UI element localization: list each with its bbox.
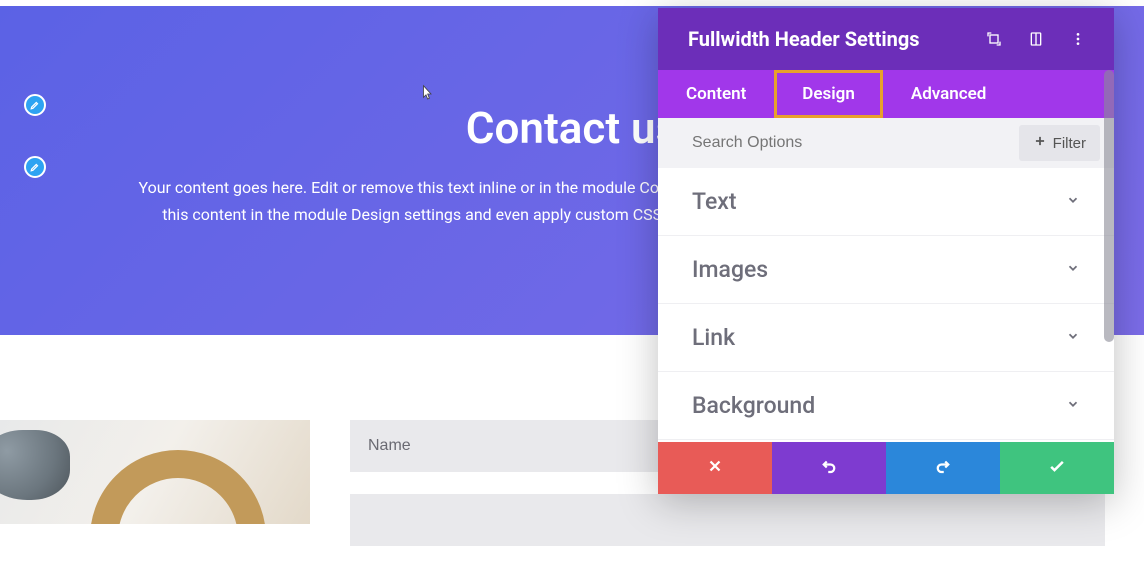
panel-header: Fullwidth Header Settings xyxy=(658,8,1114,70)
responsive-icon[interactable] xyxy=(1028,31,1044,47)
decorative-image xyxy=(0,420,310,524)
panel-header-actions xyxy=(986,31,1086,47)
panel-search-bar: Filter xyxy=(658,118,1114,168)
module-settings-panel: Fullwidth Header Settings Content Design… xyxy=(658,8,1114,494)
panel-title: Fullwidth Header Settings xyxy=(688,27,986,51)
panel-body: Text Images Link Background xyxy=(658,168,1114,442)
accordion-link[interactable]: Link xyxy=(658,304,1114,372)
expand-icon[interactable] xyxy=(986,31,1002,47)
chevron-down-icon xyxy=(1066,329,1080,347)
accordion-background[interactable]: Background xyxy=(658,372,1114,440)
undo-icon xyxy=(820,457,838,480)
accordion-images[interactable]: Images xyxy=(658,236,1114,304)
form-field[interactable] xyxy=(350,494,1105,546)
undo-button[interactable] xyxy=(772,442,886,494)
filter-label: Filter xyxy=(1053,135,1086,152)
check-icon xyxy=(1047,456,1067,481)
plus-icon xyxy=(1033,134,1047,152)
filter-button[interactable]: Filter xyxy=(1019,125,1100,161)
edit-handle-icon[interactable] xyxy=(24,94,46,116)
cancel-button[interactable] xyxy=(658,442,772,494)
redo-icon xyxy=(934,457,952,480)
tab-advanced[interactable]: Advanced xyxy=(883,70,1015,118)
cursor-pointer-icon xyxy=(416,84,436,109)
scrollbar[interactable] xyxy=(1104,70,1114,342)
tab-content[interactable]: Content xyxy=(658,70,774,118)
kebab-menu-icon[interactable] xyxy=(1070,31,1086,47)
accordion-label: Background xyxy=(692,392,815,419)
panel-tabs: Content Design Advanced xyxy=(658,70,1114,118)
accordion-label: Link xyxy=(692,324,735,351)
chevron-down-icon xyxy=(1066,397,1080,415)
chevron-down-icon xyxy=(1066,261,1080,279)
tab-design[interactable]: Design xyxy=(774,70,883,118)
accordion-label: Images xyxy=(692,256,768,283)
accordion-text[interactable]: Text xyxy=(658,168,1114,236)
edit-handle-icon[interactable] xyxy=(24,156,46,178)
panel-footer xyxy=(658,442,1114,494)
search-input[interactable] xyxy=(692,134,1019,152)
redo-button[interactable] xyxy=(886,442,1000,494)
chevron-down-icon xyxy=(1066,193,1080,211)
close-icon xyxy=(706,457,724,480)
accordion-label: Text xyxy=(692,188,737,215)
save-button[interactable] xyxy=(1000,442,1114,494)
